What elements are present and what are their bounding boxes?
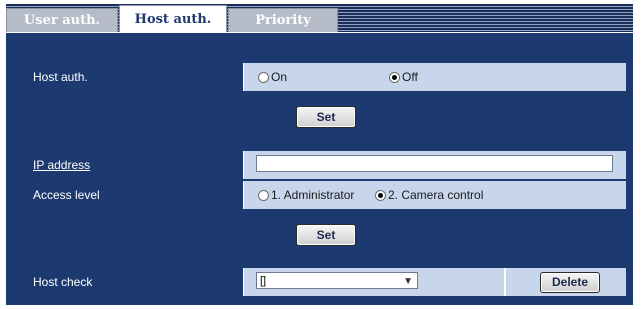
- host-auth-on-radio[interactable]: [258, 72, 269, 83]
- host-check-select-cell: [] ▼: [244, 268, 504, 296]
- ip-address-row: IP address: [20, 151, 626, 179]
- host-auth-row: Host auth. On Off: [20, 63, 626, 91]
- delete-button[interactable]: Delete: [540, 272, 600, 293]
- host-auth-off-radio[interactable]: [389, 72, 400, 83]
- access-level-options: 1. Administrator 2. Camera control: [244, 181, 626, 209]
- ip-address-input[interactable]: [256, 155, 613, 172]
- access-camera-control-radio[interactable]: [375, 190, 386, 201]
- access-level-set-button[interactable]: Set: [296, 224, 356, 246]
- tab-host-auth[interactable]: Host auth.: [119, 5, 227, 32]
- host-check-label: Host check: [20, 268, 243, 296]
- settings-panel: User auth. Host auth. Priority stream Ho…: [6, 4, 633, 305]
- tab-priority-stream[interactable]: Priority stream: [228, 8, 338, 52]
- tab-user-auth[interactable]: User auth.: [6, 8, 118, 32]
- host-check-select[interactable]: [] ▼: [256, 272, 418, 289]
- host-auth-off-label: Off: [402, 70, 418, 84]
- ip-address-link[interactable]: IP address: [20, 151, 243, 179]
- host-check-delete-cell: Delete: [506, 268, 626, 296]
- host-check-selected-value: []: [260, 275, 267, 287]
- access-admin-radio[interactable]: [258, 190, 269, 201]
- ip-address-cell: [244, 151, 626, 179]
- access-level-label: Access level: [20, 181, 243, 209]
- host-auth-content: Host auth. On Off Set IP address Access …: [6, 32, 633, 305]
- host-auth-label: Host auth.: [20, 63, 243, 91]
- access-admin-label: 1. Administrator: [271, 188, 355, 202]
- host-check-row: Host check [] ▼ Delete: [20, 268, 626, 296]
- access-camera-control-label: 2. Camera control: [388, 188, 484, 202]
- access-level-row: Access level 1. Administrator 2. Camera …: [20, 181, 626, 209]
- tab-bar: User auth. Host auth. Priority stream: [6, 4, 633, 52]
- host-auth-set-button[interactable]: Set: [296, 106, 356, 128]
- host-auth-on-label: On: [271, 70, 288, 84]
- host-auth-options: On Off: [244, 63, 626, 91]
- chevron-down-icon: ▼: [403, 276, 413, 287]
